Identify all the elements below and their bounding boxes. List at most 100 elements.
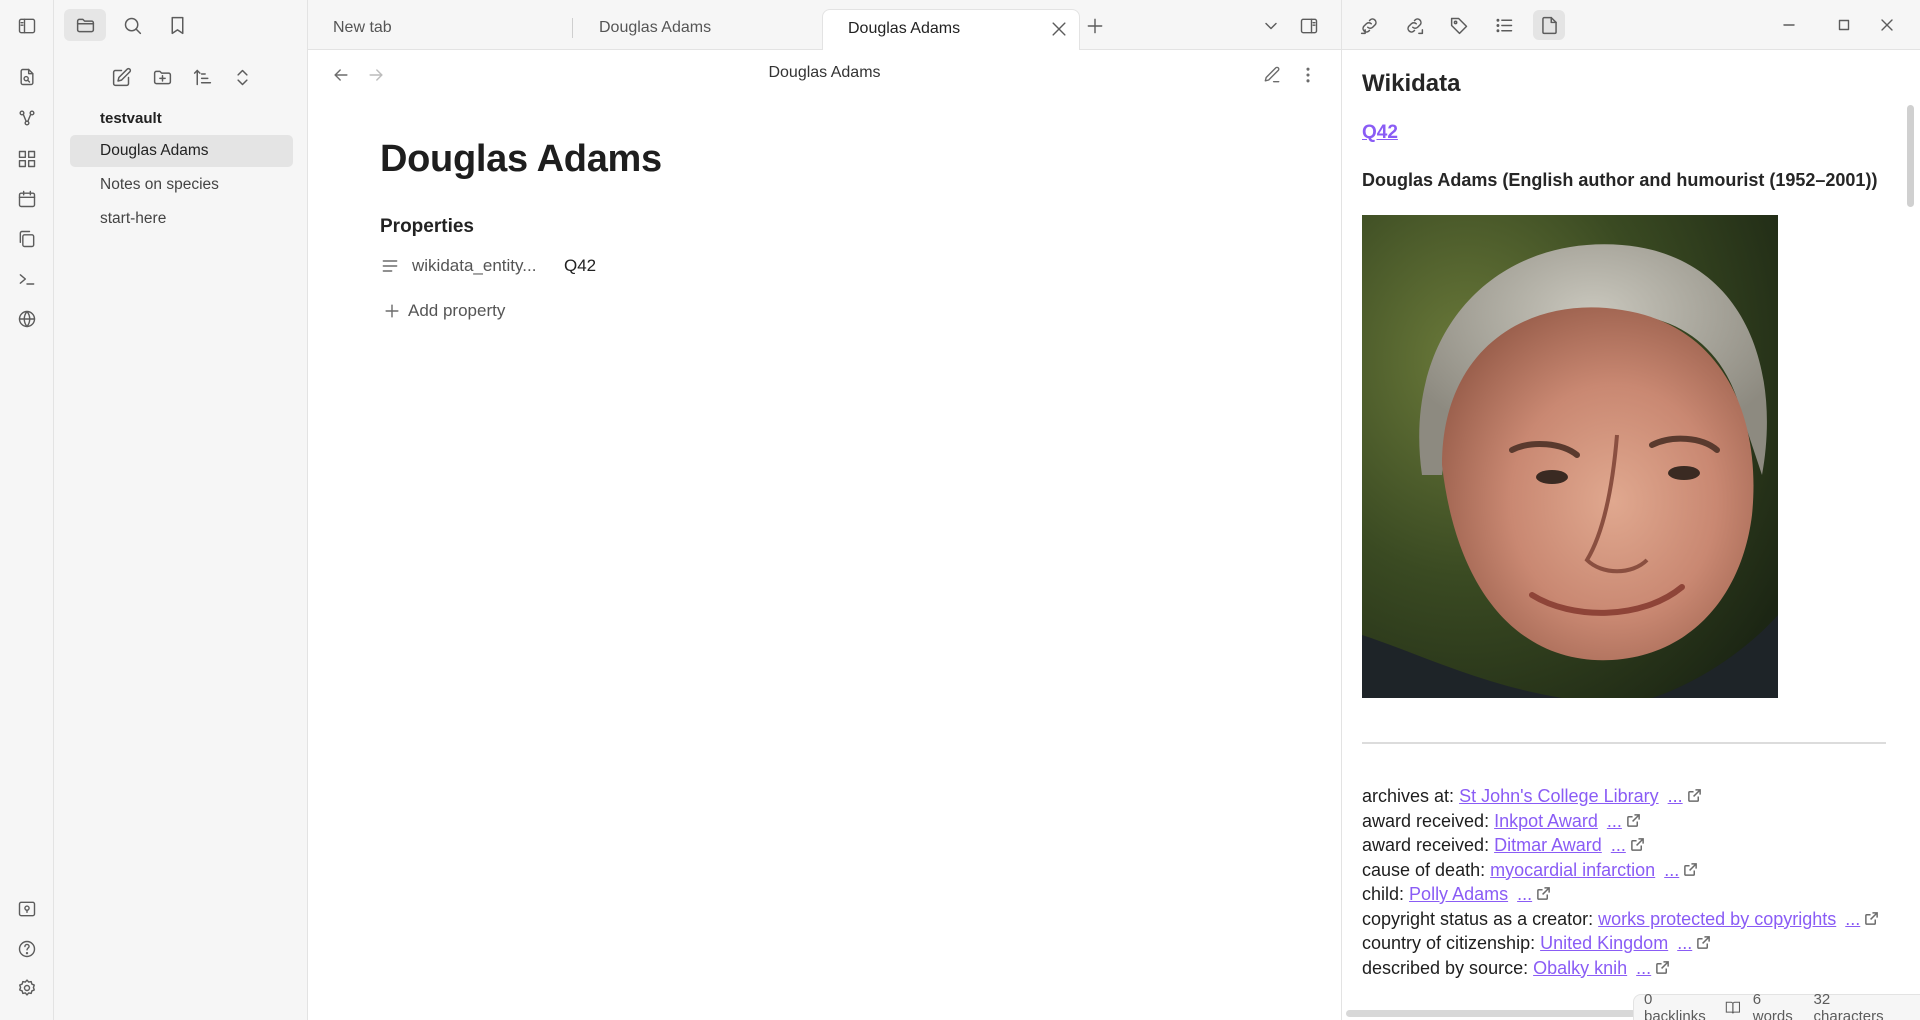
claim-ellipsis-link[interactable]: ... [1845, 909, 1860, 929]
claim-ellipsis-link[interactable]: ... [1636, 958, 1651, 978]
tab-label: New tab [333, 19, 392, 36]
tab-close-button[interactable] [1049, 19, 1069, 39]
editor-pane: Douglas Adams Douglas Adams Properties w… [308, 50, 1341, 1020]
outgoing-links-tab[interactable] [1398, 10, 1430, 40]
templates-icon[interactable] [14, 226, 40, 252]
file-tree: testvault Douglas Adams Notes on species… [70, 105, 293, 235]
property-key[interactable]: wikidata_entity... [412, 256, 564, 276]
close-window-button[interactable] [1874, 12, 1900, 38]
add-property-button[interactable]: Add property [380, 296, 505, 326]
chevrons-up-down-icon [236, 69, 248, 85]
property-row[interactable]: wikidata_entity... Q42 [380, 250, 596, 282]
bookmarks-tab[interactable] [156, 9, 198, 41]
character-count: 32 characters [1813, 990, 1884, 1020]
new-note-button[interactable] [106, 62, 136, 92]
wikidata-pane: Wikidata Q42 Douglas Adams (English auth… [1341, 50, 1920, 1020]
text-lines-icon[interactable] [380, 256, 400, 276]
claim-value-link[interactable]: myocardial infarction [1490, 860, 1655, 880]
tab-new-tab[interactable]: New tab [308, 9, 570, 50]
external-link-icon[interactable] [1864, 908, 1879, 925]
new-folder-button[interactable] [147, 62, 177, 92]
property-value[interactable]: Q42 [564, 256, 596, 276]
external-link-icon[interactable] [1683, 859, 1698, 876]
file-item-start-here[interactable]: start-here [70, 203, 293, 235]
claim-value-link[interactable]: Polly Adams [1409, 884, 1508, 904]
toggle-right-sidebar-button[interactable] [1298, 15, 1320, 37]
more-options-button[interactable] [1296, 63, 1320, 87]
claim-value-link[interactable]: works protected by copyrights [1598, 909, 1836, 929]
minimize-window-button[interactable] [1776, 12, 1802, 38]
claim-value-link[interactable]: United Kingdom [1540, 933, 1668, 953]
bookmark-icon [171, 16, 183, 34]
claim-ellipsis-link[interactable]: ... [1611, 835, 1626, 855]
claim-ellipsis-link[interactable]: ... [1517, 884, 1532, 904]
external-link-icon[interactable] [1626, 810, 1641, 827]
external-link-icon[interactable] [1630, 834, 1645, 851]
sidebar-toggle-icon[interactable] [14, 13, 40, 39]
vault-name[interactable]: testvault [70, 105, 293, 133]
claim-value-link[interactable]: Inkpot Award [1494, 811, 1598, 831]
graph-view-icon[interactable] [14, 105, 40, 131]
settings-gear-icon[interactable] [14, 975, 40, 1001]
file-item-notes-on-species[interactable]: Notes on species [70, 169, 293, 201]
link-in-icon [1360, 17, 1377, 34]
status-bar: 0 backlinks 6 words 32 characters [1633, 990, 1920, 1020]
claim-row: cause of death: myocardial infarction ..… [1362, 858, 1882, 883]
claim-label: cause of death: [1362, 859, 1486, 880]
claim-ellipsis-link[interactable]: ... [1664, 860, 1679, 880]
outline-tab[interactable] [1488, 10, 1520, 40]
link-out-icon [1406, 17, 1423, 34]
chevron-down-icon [1265, 22, 1277, 30]
daily-note-icon[interactable] [14, 186, 40, 212]
file-explorer-tab[interactable] [64, 9, 106, 41]
help-icon[interactable] [14, 936, 40, 962]
globe-icon[interactable] [14, 306, 40, 332]
properties-heading[interactable]: Properties [380, 216, 474, 238]
horizontal-scrollbar[interactable] [1346, 1010, 1636, 1017]
claim-ellipsis-link[interactable]: ... [1668, 786, 1683, 806]
collapse-all-button[interactable] [227, 62, 257, 92]
tags-tab[interactable] [1443, 10, 1475, 40]
wikidata-claims: archives at: St John's College Library .… [1362, 784, 1882, 980]
edit-mode-button[interactable] [1260, 63, 1284, 87]
quick-switcher-icon[interactable] [14, 64, 40, 90]
sidebar-tab-header [54, 0, 307, 50]
portrait-image [1362, 215, 1778, 698]
wikidata-tab[interactable] [1533, 10, 1565, 40]
file-item-douglas-adams[interactable]: Douglas Adams [70, 135, 293, 167]
vertical-scrollbar[interactable] [1907, 105, 1914, 207]
portrait-photo [1362, 215, 1778, 698]
folder-open-icon [76, 18, 94, 32]
tab-douglas-adams[interactable]: Douglas Adams [574, 9, 774, 50]
right-sidebar-icon [1300, 18, 1318, 34]
canvas-icon[interactable] [14, 146, 40, 172]
view-title[interactable]: Douglas Adams [308, 64, 1341, 82]
claim-label: copyright status as a creator: [1362, 908, 1594, 929]
wikidata-entity-link[interactable]: Q42 [1362, 122, 1398, 144]
external-link-icon[interactable] [1536, 883, 1551, 900]
new-tab-button[interactable] [1084, 15, 1106, 37]
claim-ellipsis-link[interactable]: ... [1677, 933, 1692, 953]
maximize-window-button[interactable] [1831, 12, 1857, 38]
claim-row: copyright status as a creator: works pro… [1362, 907, 1882, 932]
right-sidebar-header [1341, 0, 1920, 50]
external-link-icon[interactable] [1687, 785, 1702, 802]
book-open-icon[interactable] [1725, 999, 1741, 1016]
note-title[interactable]: Douglas Adams [380, 138, 662, 181]
claim-ellipsis-link[interactable]: ... [1607, 811, 1622, 831]
backlinks-count[interactable]: 0 backlinks [1644, 991, 1713, 1020]
external-link-icon[interactable] [1655, 957, 1670, 974]
external-link-icon[interactable] [1696, 932, 1711, 949]
tab-douglas-adams-active[interactable]: Douglas Adams [822, 9, 1080, 51]
backlinks-tab[interactable] [1353, 10, 1385, 40]
claim-value-link[interactable]: Ditmar Award [1494, 835, 1602, 855]
search-tab[interactable] [111, 9, 153, 41]
claim-value-link[interactable]: Obalky knih [1533, 958, 1627, 978]
vault-switcher-icon[interactable] [14, 896, 40, 922]
more-vertical-icon [1306, 67, 1310, 83]
tab-list-button[interactable] [1260, 15, 1282, 37]
claim-value-link[interactable]: St John's College Library [1459, 786, 1659, 806]
terminal-icon[interactable] [14, 266, 40, 292]
sort-button[interactable] [187, 62, 217, 92]
pencil-icon [1264, 66, 1280, 83]
